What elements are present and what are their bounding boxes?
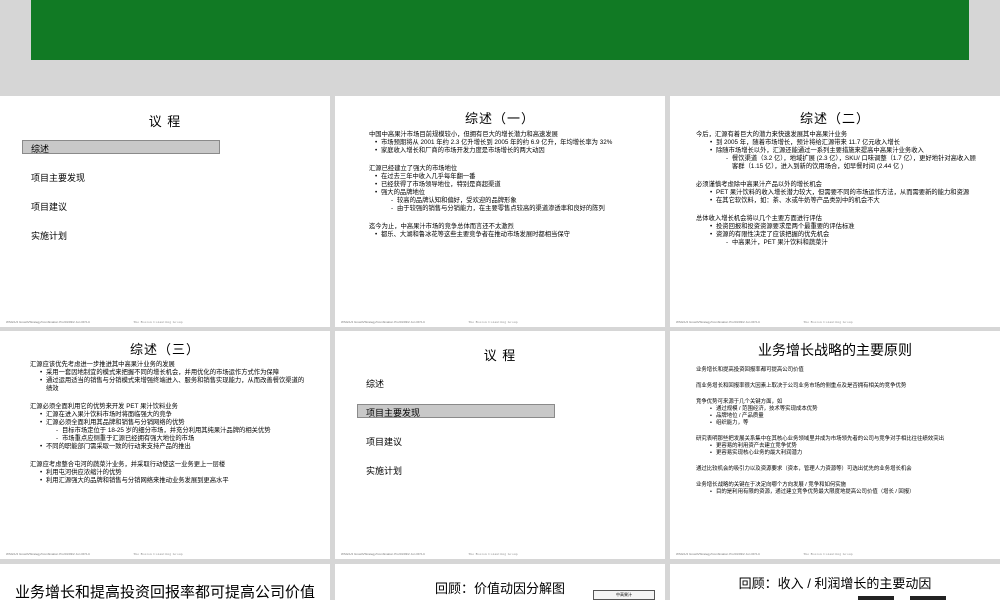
driver-box-dark <box>858 596 894 600</box>
slide-title: 综述（一） <box>464 111 535 126</box>
agenda-item-recommendations: 项目建议 <box>366 437 403 447</box>
green-banner <box>31 0 969 60</box>
slide-overview-2[interactable]: 综述（二） 今后，汇源有着巨大的潜力来快速发展其中高果汁业务 到 2005 年，… <box>670 96 1000 327</box>
slide-title: 业务增长战略的主要原则 <box>758 342 912 358</box>
slide-growth-drivers[interactable]: 回顾：收入 / 利润增长的主要动因 <box>670 564 1000 600</box>
slide-title: 综述（三） <box>129 342 200 357</box>
slide-footer: WSG/1/2 Growth/Strategy/Combination Pro/… <box>676 552 853 556</box>
slide-footer: WSG/1/2 Growth/Strategy/Combination Pro/… <box>341 320 518 324</box>
slide-value-driver-tree[interactable]: 回顾：价值动因分解图 中高果汁 <box>335 564 665 600</box>
agenda-item-overview: 综述 <box>31 144 50 154</box>
driver-box: 中高果汁 <box>593 590 655 600</box>
slide-body: 中国中高果汁市场目前规模较小，但拥有巨大的增长潜力和高速发展 市场预期将从 20… <box>335 131 665 239</box>
agenda-item-recommendations: 项目建议 <box>31 202 68 212</box>
slide-title: 回顾：收入 / 利润增长的主要动因 <box>738 576 932 591</box>
agenda-item-plan: 实施计划 <box>366 466 403 476</box>
slide-title: 综述（二） <box>799 111 870 126</box>
slide-body: 业务增长和提高投资回报率都可提高公司价值 而业务增长和回报率很大因素上取决于公司… <box>670 367 1000 496</box>
slide-title: 议 程 <box>483 348 517 363</box>
agenda-item-plan: 实施计划 <box>31 231 68 241</box>
slide-growth-principles[interactable]: 业务增长战略的主要原则 业务增长和提高投资回报率都可提高公司价值 而业务增长和回… <box>670 331 1000 559</box>
agenda-item-overview: 综述 <box>366 379 385 389</box>
slide-overview-3[interactable]: 综述（三） 汇源应该优先考虑进一步推进其中高果汁业务的发展 采用一套因地制宜的模… <box>0 331 330 559</box>
top-banner-area <box>0 0 1000 80</box>
agenda-item-findings: 项目主要发现 <box>31 173 86 183</box>
driver-box-dark <box>910 596 946 600</box>
slide-title: 议 程 <box>148 114 182 129</box>
slide-value-creation[interactable]: 业务增长和提高投资回报率都可提高公司价值 <box>0 564 330 600</box>
slide-body: 汇源应该优先考虑进一步推进其中高果汁业务的发展 采用一套因地制宜的模式来把握不同… <box>0 361 330 485</box>
slide-footer: WSG/1/2 Growth/Strategy/Combination Pro/… <box>6 552 183 556</box>
slide-agenda-1[interactable]: 议 程 综述 项目主要发现 项目建议 实施计划 WSG/1/2 Growth/S… <box>0 96 330 327</box>
agenda-highlight <box>22 140 220 154</box>
slide-title: 业务增长和提高投资回报率都可提高公司价值 <box>14 584 315 600</box>
slide-body: 今后，汇源有着巨大的潜力来快速发展其中高果汁业务 到 2005 年，随着市场增长… <box>670 131 1000 247</box>
slide-footer: WSG/1/2 Growth/Strategy/Combination Pro/… <box>341 552 518 556</box>
slide-overview-1[interactable]: 综述（一） 中国中高果汁市场目前规模较小，但拥有巨大的增长潜力和高速发展 市场预… <box>335 96 665 327</box>
slide-footer: WSG/1/2 Growth/Strategy/Combination Pro/… <box>6 320 183 324</box>
slide-agenda-2[interactable]: 议 程 综述 项目主要发现 项目建议 实施计划 WSG/1/2 Growth/S… <box>335 331 665 559</box>
agenda-item-findings: 项目主要发现 <box>366 408 421 418</box>
slide-footer: WSG/1/2 Growth/Strategy/Combination Pro/… <box>676 320 853 324</box>
